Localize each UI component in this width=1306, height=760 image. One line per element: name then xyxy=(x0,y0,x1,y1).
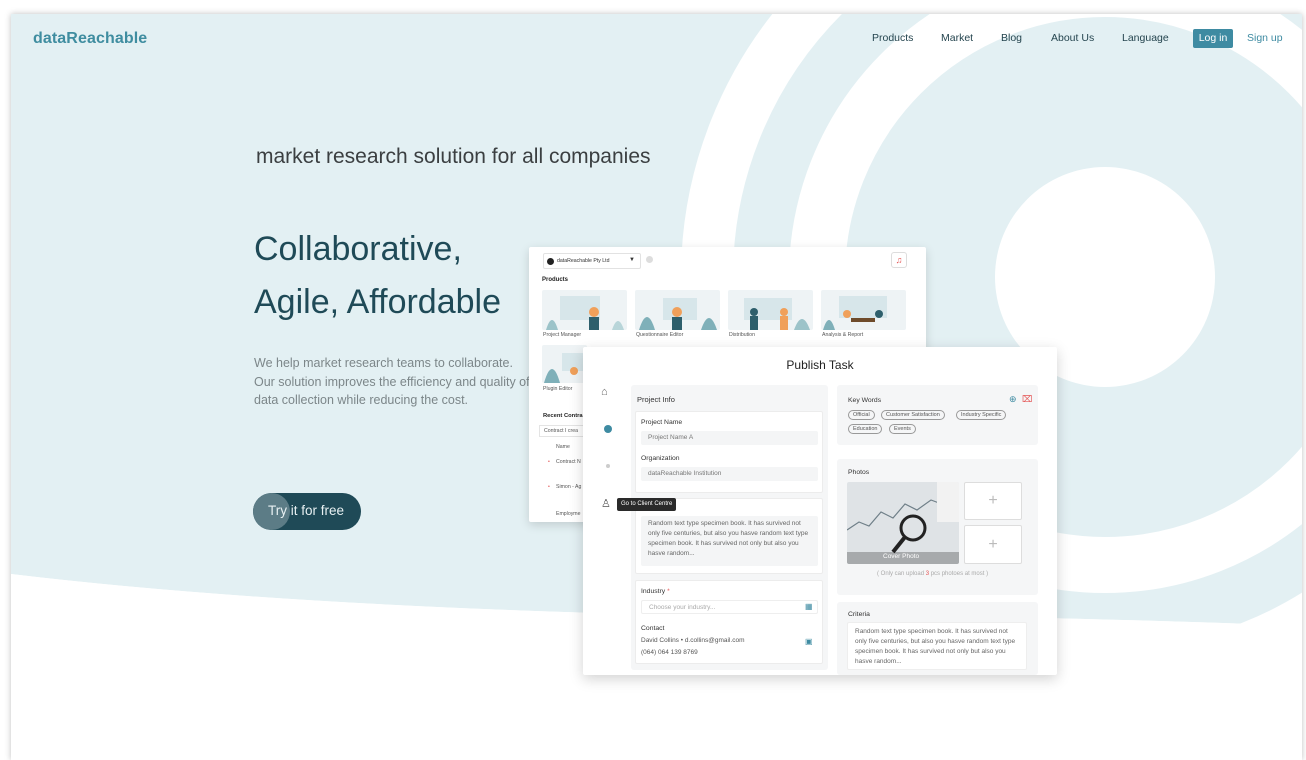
step-dot[interactable] xyxy=(606,464,610,468)
home-icon[interactable]: ⌂ xyxy=(601,386,608,398)
desc-line-3: data collection while reducing the cost. xyxy=(254,393,469,407)
product-thumb-project-manager[interactable] xyxy=(542,290,627,330)
product-thumb-questionnaire-editor[interactable] xyxy=(635,290,720,330)
industry-label: Industry * xyxy=(641,588,670,595)
publish-task-card: Publish Task Project Info Project Name P… xyxy=(583,347,1057,675)
industry-label-text: Industry xyxy=(641,588,666,595)
list-item[interactable]: Contract N xyxy=(556,459,581,465)
brand-logo[interactable]: dataReachable xyxy=(33,30,147,48)
project-info-panel: Project Info Project Name Project Name A… xyxy=(631,385,828,670)
add-icon[interactable]: ⊕ xyxy=(1009,394,1017,405)
nav-products[interactable]: Products xyxy=(872,32,913,44)
org-logo-icon xyxy=(547,258,554,265)
info-icon xyxy=(646,256,653,263)
product-label-analysis-report: Analysis & Report xyxy=(822,332,864,338)
photos-label: Photos xyxy=(848,469,870,476)
hero-headline: Collaborative, Agile, Affordable xyxy=(254,223,501,329)
criteria-textarea[interactable]: Random text type specimen book. It has s… xyxy=(847,622,1027,670)
products-title: Products xyxy=(542,277,569,283)
org-name: dataReachable Pty Ltd xyxy=(557,258,610,264)
product-thumb-analysis-report[interactable] xyxy=(821,290,906,330)
client-centre-tooltip: Go to Client Centre xyxy=(617,498,677,511)
cover-photo[interactable]: Cover Photo xyxy=(847,482,959,564)
organization-input[interactable]: dataReachable Institution xyxy=(641,467,818,481)
upload-note: ( Only can upload 3 pcs photoes at most … xyxy=(877,571,988,577)
add-photo-slot[interactable]: + xyxy=(964,525,1022,564)
contact-name-email: David Collins • d.collins@gmail.com xyxy=(641,637,745,644)
cover-photo-label: Cover Photo xyxy=(883,553,920,560)
login-button[interactable]: Log in xyxy=(1193,29,1233,48)
user-icon[interactable]: ♙ xyxy=(601,497,611,510)
product-label-distribution: Distribution xyxy=(729,332,755,338)
browser-frame: dataReachable Products Market Blog About… xyxy=(11,14,1302,760)
nav-market[interactable]: Market xyxy=(941,32,973,44)
project-name-input[interactable]: Project Name A xyxy=(641,431,818,445)
keyword-tag[interactable]: Industry Specific xyxy=(956,410,1007,420)
publish-task-title: Publish Task xyxy=(786,358,854,372)
product-label-plugin-editor: Plugin Editor xyxy=(543,386,573,392)
list-bullet: • xyxy=(548,484,550,490)
top-nav: dataReachable Products Market Blog About… xyxy=(11,14,1302,64)
keyword-tag[interactable]: Official xyxy=(848,410,875,420)
product-label-project-manager: Project Manager xyxy=(543,332,582,338)
illustration-icon xyxy=(546,296,624,330)
chevron-down-icon: ▼ xyxy=(629,257,635,263)
list-item[interactable]: Simon - Ag xyxy=(556,484,581,490)
contact-phone: (064) 064 139 8769 xyxy=(641,649,698,656)
nav-about-us[interactable]: About Us xyxy=(1051,32,1094,44)
industry-contact-box: Industry * Choose your industry... ▦ Con… xyxy=(635,580,823,664)
hero-tagline: market research solution for all compani… xyxy=(256,145,651,168)
illustration-icon xyxy=(639,298,717,330)
illustration-icon xyxy=(744,298,810,330)
keywords-panel: Key Words ⊕ ⌧ Official Customer Satisfac… xyxy=(837,385,1038,445)
keyword-tag[interactable]: Customer Satisfaction xyxy=(881,410,945,420)
upload-note-suffix: pcs photoes at most ) xyxy=(929,571,989,577)
add-photo-slot[interactable]: + xyxy=(964,482,1022,520)
criteria-label: Criteria xyxy=(848,611,870,618)
list-bullet: • xyxy=(548,459,550,465)
list-item[interactable]: Employme xyxy=(556,511,581,517)
trash-icon[interactable]: ⌧ xyxy=(1022,394,1032,405)
desc-line-1: We help market research teams to collabo… xyxy=(254,356,513,370)
keywords-label: Key Words xyxy=(848,397,882,404)
photos-panel: Photos Cover Photo + + ( Only can upload… xyxy=(837,459,1038,595)
magnifier-chart-photo-icon xyxy=(847,482,959,564)
description-textarea[interactable]: Random text type specimen book. It has s… xyxy=(641,516,818,566)
grid-select-icon[interactable]: ▦ xyxy=(805,602,813,611)
project-info-title: Project Info xyxy=(637,395,675,404)
hero-description: We help market research teams to collabo… xyxy=(254,354,544,410)
signup-link[interactable]: Sign up xyxy=(1247,32,1283,44)
product-thumb-distribution[interactable] xyxy=(728,290,813,330)
cta-label: Try it for free xyxy=(268,503,345,518)
nav-language[interactable]: Language xyxy=(1122,32,1169,44)
headline-line-1: Collaborative, xyxy=(254,230,462,268)
illustration-icon xyxy=(823,296,887,330)
organization-label: Organization xyxy=(641,455,680,462)
column-name: Name xyxy=(556,444,570,450)
page: dataReachable Products Market Blog About… xyxy=(0,0,1306,760)
product-thumb-plugin-editor[interactable] xyxy=(542,345,587,383)
try-free-button[interactable]: Try it for free xyxy=(253,493,361,530)
nav-blog[interactable]: Blog xyxy=(1001,32,1022,44)
keyword-tag[interactable]: Education xyxy=(848,424,883,434)
contact-label: Contact xyxy=(641,625,665,632)
project-name-label: Project Name xyxy=(641,419,683,426)
required-marker: * xyxy=(667,588,670,595)
keyword-tag[interactable]: Events xyxy=(889,424,916,434)
project-fields: Project Name Project Name A Organization… xyxy=(635,411,823,493)
desc-line-2: Our solution improves the efficiency and… xyxy=(254,374,530,389)
contact-card-icon[interactable]: ▣ xyxy=(805,637,813,646)
headline-line-2: Agile, Affordable xyxy=(254,283,501,321)
criteria-panel: Criteria Random text type specimen book.… xyxy=(837,602,1038,675)
illustration-icon xyxy=(544,353,584,383)
upload-note-prefix: ( Only can upload xyxy=(877,571,926,577)
product-label-questionnaire-editor: Questionnaire Editor xyxy=(636,332,684,338)
org-selector[interactable]: dataReachable Pty Ltd ▼ xyxy=(543,253,641,269)
recent-contracts-title: Recent Contra xyxy=(543,413,583,419)
bell-icon[interactable]: ♫ xyxy=(891,252,907,268)
step-active-dot[interactable] xyxy=(604,425,612,433)
industry-select[interactable]: Choose your industry... xyxy=(641,600,818,614)
